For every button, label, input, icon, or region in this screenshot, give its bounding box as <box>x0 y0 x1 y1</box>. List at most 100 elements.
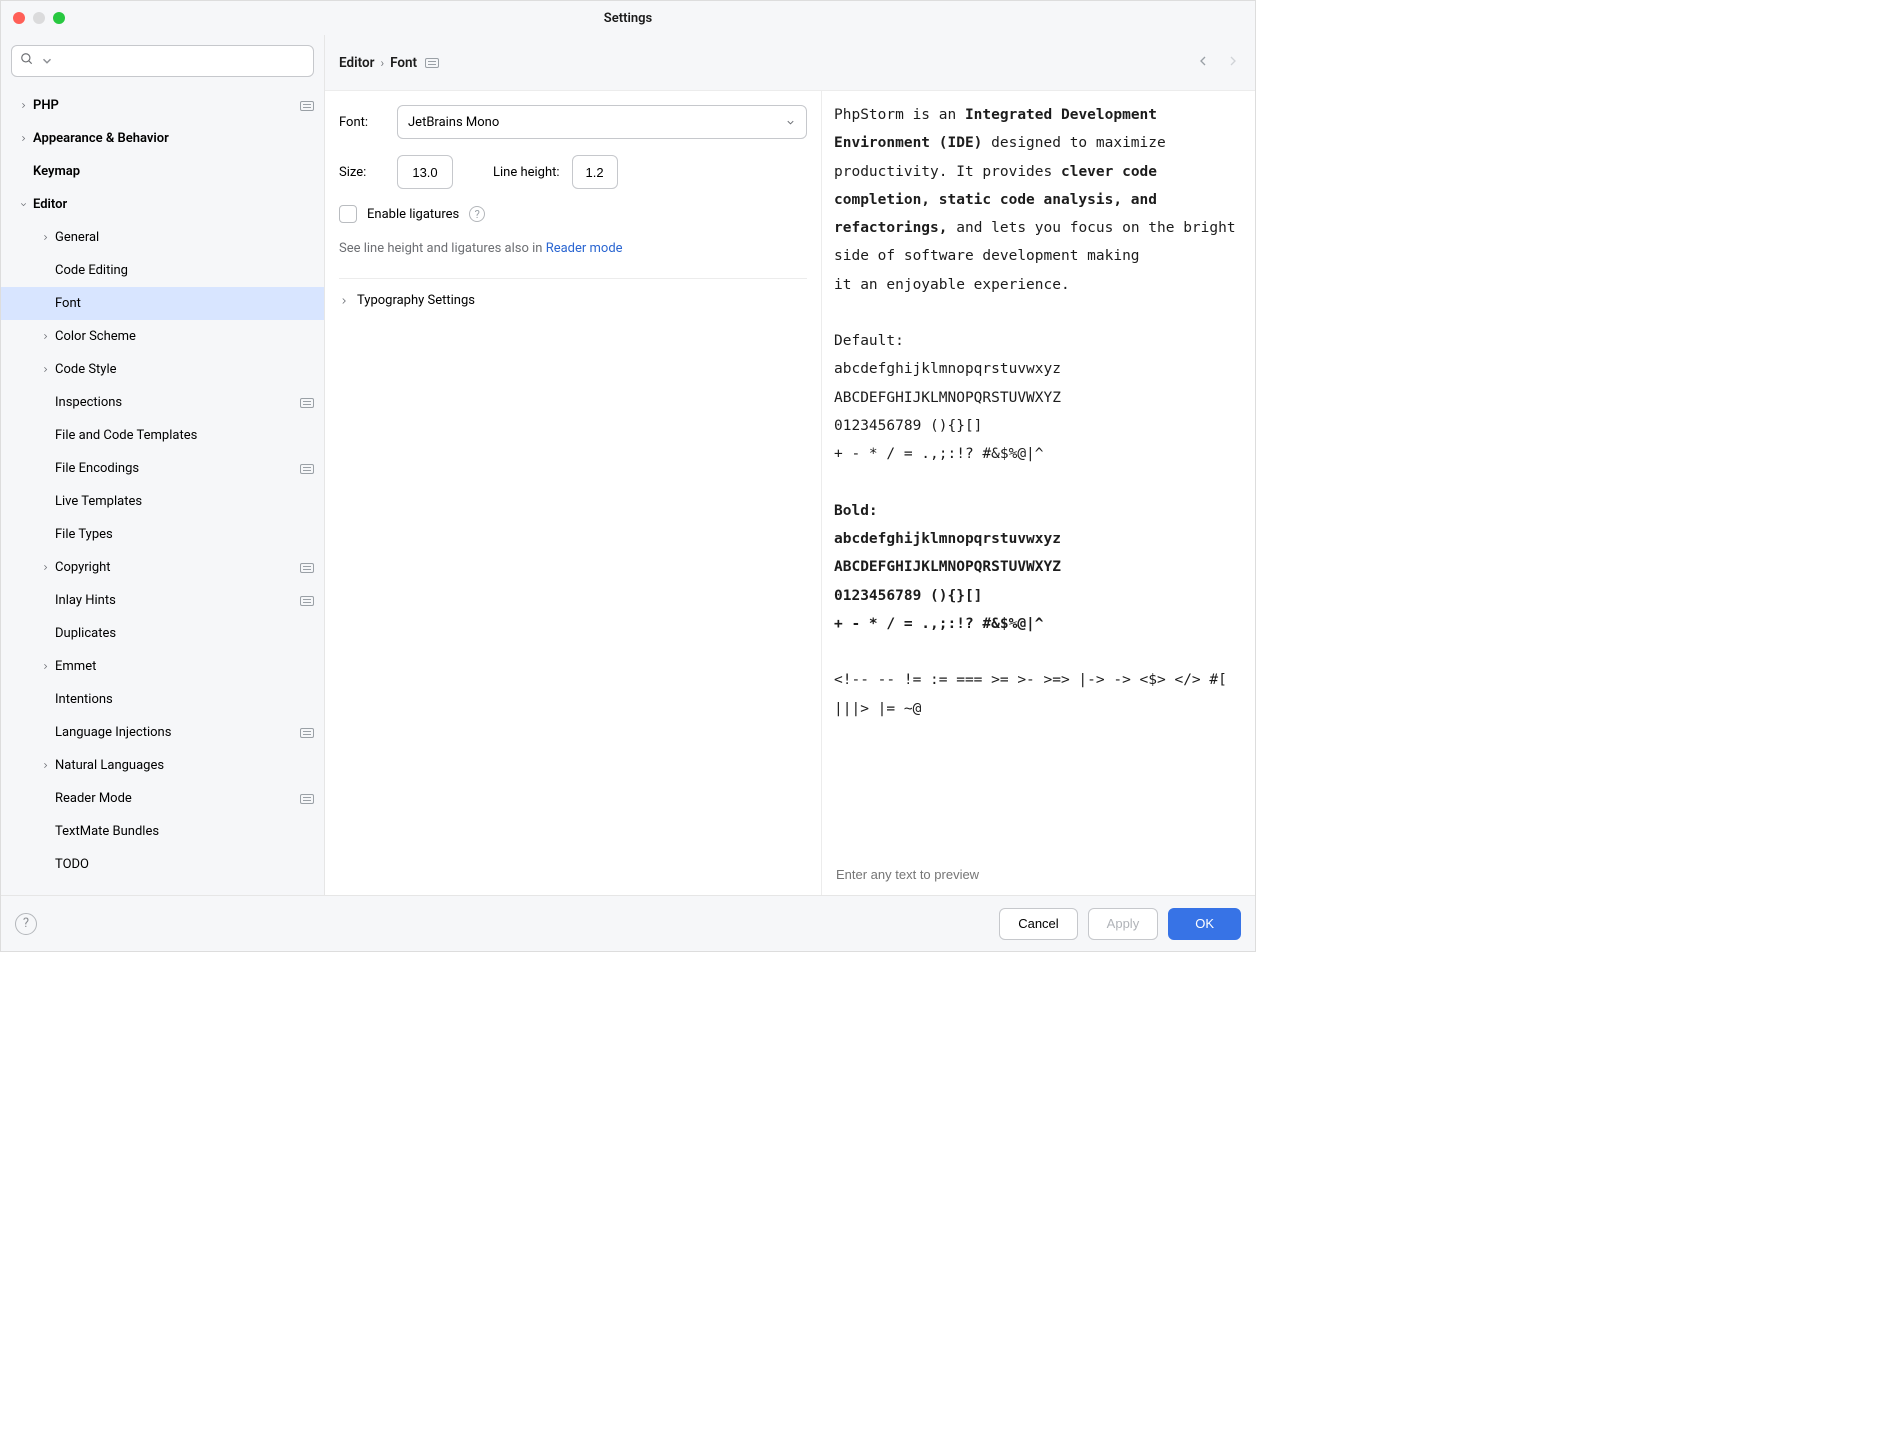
sidebar-item-label: Code Editing <box>55 263 314 278</box>
sidebar-item-file-and-code-templates[interactable]: File and Code Templates <box>1 419 324 452</box>
sidebar-item-label: Appearance & Behavior <box>33 131 314 146</box>
size-input[interactable] <box>397 155 453 189</box>
reader-mode-link[interactable]: Reader mode <box>546 241 623 256</box>
settings-tree: PHP Appearance & Behavior Keymap Editor Gene… <box>1 83 324 887</box>
font-select[interactable]: JetBrains Mono <box>397 105 807 139</box>
sidebar-item-label: Natural Languages <box>55 758 314 773</box>
sidebar-item-label: File and Code Templates <box>55 428 314 443</box>
sidebar-item-label: TODO <box>55 857 314 872</box>
scope-badge-icon <box>300 728 314 738</box>
chevron-down-icon <box>13 200 33 209</box>
sidebar-item-live-templates[interactable]: Live Templates <box>1 485 324 518</box>
sidebar-item-label: Intentions <box>55 692 314 707</box>
font-select-value: JetBrains Mono <box>408 115 499 130</box>
sidebar-item-label: Copyright <box>55 560 300 575</box>
sidebar-item-label: Editor <box>33 197 314 212</box>
sidebar-item-code-editing[interactable]: Code Editing <box>1 254 324 287</box>
sidebar-item-label: Reader Mode <box>55 791 300 806</box>
sidebar-item-textmate-bundles[interactable]: TextMate Bundles <box>1 815 324 848</box>
dialog-footer: ? Cancel Apply OK <box>1 895 1255 951</box>
sidebar-item-label: Keymap <box>33 164 314 179</box>
ok-button[interactable]: OK <box>1168 908 1241 940</box>
sidebar-item-natural-languages[interactable]: Natural Languages <box>1 749 324 782</box>
sidebar-item-label: Color Scheme <box>55 329 314 344</box>
chevron-right-icon <box>35 662 55 671</box>
chevron-right-icon <box>13 134 33 143</box>
sidebar-item-code-style[interactable]: Code Style <box>1 353 324 386</box>
reader-mode-hint: See line height and ligatures also in Re… <box>339 241 807 256</box>
sidebar-item-general[interactable]: General <box>1 221 324 254</box>
chevron-right-icon <box>35 761 55 770</box>
typography-settings-label: Typography Settings <box>357 293 475 308</box>
chevron-right-icon <box>339 296 349 306</box>
font-label: Font: <box>339 115 385 130</box>
chevron-right-icon <box>13 101 33 110</box>
sidebar-item-keymap[interactable]: Keymap <box>1 155 324 188</box>
sidebar-item-copyright[interactable]: Copyright <box>1 551 324 584</box>
search-icon <box>20 52 34 70</box>
chevron-right-icon <box>35 365 55 374</box>
window-title: Settings <box>1 11 1255 26</box>
sidebar-item-file-types[interactable]: File Types <box>1 518 324 551</box>
preview-text-input[interactable] <box>834 866 1243 883</box>
apply-button[interactable]: Apply <box>1088 908 1159 940</box>
search-input[interactable] <box>60 53 305 70</box>
sidebar-item-file-encodings[interactable]: File Encodings <box>1 452 324 485</box>
titlebar: Settings <box>1 1 1255 35</box>
forward-button[interactable] <box>1225 53 1241 73</box>
sidebar-item-label: Inspections <box>55 395 300 410</box>
sidebar-item-label: File Encodings <box>55 461 300 476</box>
sidebar: PHP Appearance & Behavior Keymap Editor Gene… <box>1 35 325 895</box>
sidebar-item-duplicates[interactable]: Duplicates <box>1 617 324 650</box>
back-button[interactable] <box>1195 53 1211 73</box>
sidebar-item-label: File Types <box>55 527 314 542</box>
sidebar-item-todo[interactable]: TODO <box>1 848 324 881</box>
sidebar-item-label: General <box>55 230 314 245</box>
sidebar-item-label: Live Templates <box>55 494 314 509</box>
scope-badge-icon <box>300 563 314 573</box>
chevron-down-icon <box>40 54 54 68</box>
typography-settings-toggle[interactable]: Typography Settings <box>339 278 807 308</box>
enable-ligatures-label: Enable ligatures <box>367 207 459 222</box>
help-icon[interactable]: ? <box>469 206 485 222</box>
scope-badge-icon <box>300 398 314 408</box>
size-label: Size: <box>339 165 385 180</box>
search-input-wrapper[interactable] <box>11 45 314 77</box>
sidebar-item-inspections[interactable]: Inspections <box>1 386 324 419</box>
scope-badge-icon <box>300 596 314 606</box>
breadcrumb-font: Font <box>390 55 417 71</box>
chevron-down-icon <box>785 117 796 128</box>
sidebar-item-label: Code Style <box>55 362 314 377</box>
sidebar-item-editor[interactable]: Editor <box>1 188 324 221</box>
scope-badge-icon <box>425 58 439 68</box>
sidebar-item-reader-mode[interactable]: Reader Mode <box>1 782 324 815</box>
sidebar-item-label: Font <box>55 296 314 311</box>
sidebar-item-appearance-behavior[interactable]: Appearance & Behavior <box>1 122 324 155</box>
sidebar-item-inlay-hints[interactable]: Inlay Hints <box>1 584 324 617</box>
chevron-right-icon <box>35 233 55 242</box>
sidebar-item-php[interactable]: PHP <box>1 89 324 122</box>
font-preview-text: PhpStorm is an Integrated Development En… <box>822 91 1255 856</box>
font-settings-form: Font: JetBrains Mono Size: Line height: <box>325 91 821 895</box>
cancel-button[interactable]: Cancel <box>999 908 1077 940</box>
scope-badge-icon <box>300 464 314 474</box>
sidebar-item-label: PHP <box>33 98 300 113</box>
sidebar-item-font[interactable]: Font <box>1 287 324 320</box>
breadcrumb-editor[interactable]: Editor <box>339 55 374 71</box>
help-button[interactable]: ? <box>15 913 37 935</box>
sidebar-item-intentions[interactable]: Intentions <box>1 683 324 716</box>
chevron-right-icon <box>35 332 55 341</box>
sidebar-item-language-injections[interactable]: Language Injections <box>1 716 324 749</box>
scope-badge-icon <box>300 101 314 111</box>
settings-window: Settings PHP Appearance & Behavior Keymap E… <box>0 0 1256 952</box>
sidebar-item-label: Language Injections <box>55 725 300 740</box>
enable-ligatures-checkbox[interactable] <box>339 205 357 223</box>
sidebar-item-label: Duplicates <box>55 626 314 641</box>
sidebar-item-color-scheme[interactable]: Color Scheme <box>1 320 324 353</box>
sidebar-item-label: Emmet <box>55 659 314 674</box>
chevron-right-icon <box>35 563 55 572</box>
sidebar-item-emmet[interactable]: Emmet <box>1 650 324 683</box>
line-height-input[interactable] <box>572 155 618 189</box>
line-height-label: Line height: <box>493 165 560 180</box>
sidebar-item-label: TextMate Bundles <box>55 824 314 839</box>
